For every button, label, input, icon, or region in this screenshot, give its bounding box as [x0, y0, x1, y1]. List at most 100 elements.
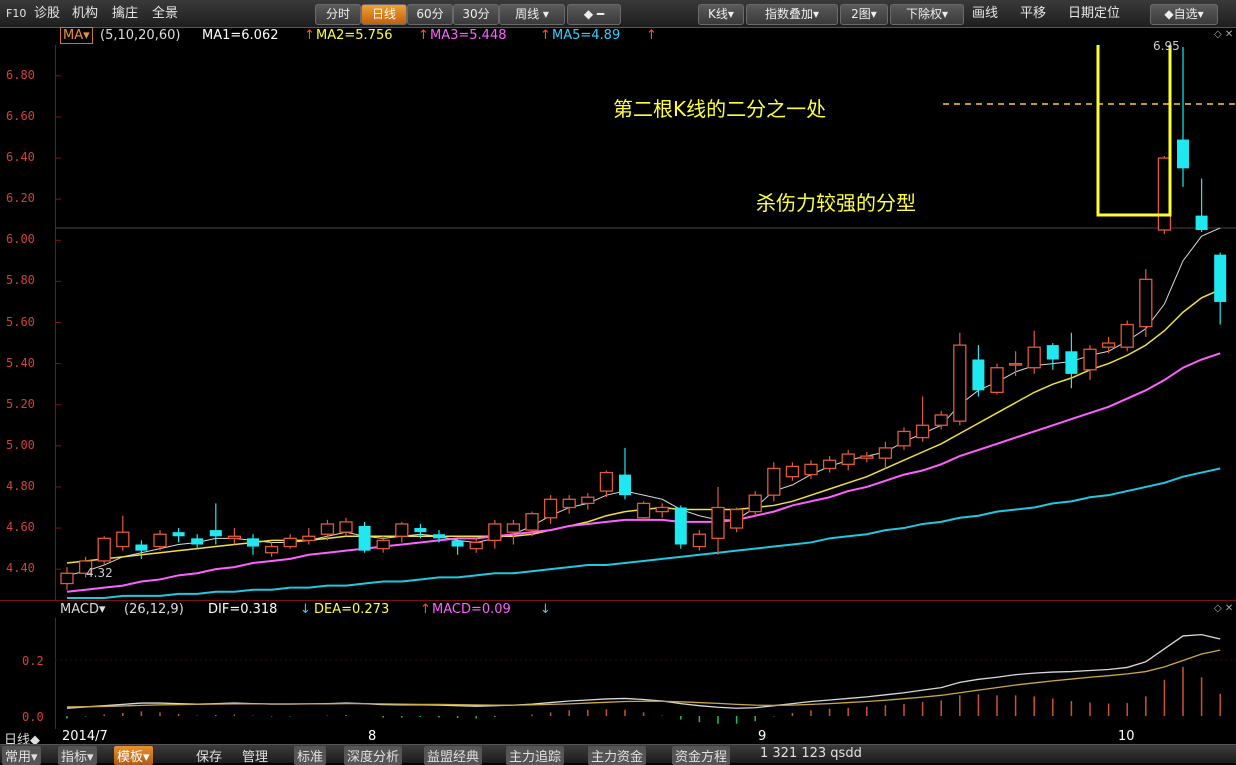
candlestick[interactable]: [674, 505, 687, 549]
candle-body: [1083, 348, 1097, 371]
macd-arrow: ↓: [540, 602, 551, 617]
date-start: 2014/7: [62, 729, 108, 744]
price-tick: 4.60: [6, 520, 35, 535]
ma3-value: MA3=5.448: [430, 28, 507, 43]
ma1-value: MA1=6.062: [202, 28, 279, 43]
tab-save[interactable]: 保存: [196, 746, 222, 765]
candle-body: [990, 367, 1004, 394]
macd-axis: 0.2 0.0: [0, 618, 55, 729]
candle-body: [934, 414, 948, 426]
candlestick[interactable]: [748, 491, 762, 516]
navigation-arrows[interactable]: ◆ ━: [567, 4, 621, 25]
period-tab-timeshare[interactable]: 分时: [315, 4, 361, 25]
tab-standard[interactable]: 标准: [294, 746, 327, 765]
candlestick[interactable]: [1139, 269, 1153, 337]
candle-body: [972, 359, 985, 391]
period-tab-weekly[interactable]: 周线 ▾: [499, 4, 565, 25]
candle-body: [320, 523, 335, 535]
ma-params: (5,10,20,60): [100, 28, 181, 43]
tab-depth-analysis[interactable]: 深度分析: [344, 746, 403, 765]
candle-body: [562, 498, 576, 509]
candlestick[interactable]: [729, 507, 744, 533]
dea-arrow: ↑: [420, 602, 431, 617]
price-tick: 6.20: [6, 191, 35, 206]
candle-body: [655, 506, 669, 513]
candlestick[interactable]: [358, 521, 371, 553]
diagnose-button[interactable]: 诊股: [34, 4, 60, 23]
candle-body: [599, 471, 614, 492]
bottom-tab-bar: 常用▾ 指标▾ 模板▾ 保存 管理 标准 深度分析 益盟经典 主力追踪 主力资金…: [0, 744, 1236, 765]
date-locate-button[interactable]: 日期定位: [1068, 4, 1120, 23]
tab-main-force-tracking[interactable]: 主力追踪: [506, 746, 565, 765]
tab-manage[interactable]: 管理: [242, 746, 268, 765]
candle-body: [1120, 323, 1134, 348]
candle-body: [60, 572, 74, 585]
ma1-arrow: ↑: [304, 28, 315, 43]
candle-body: [636, 502, 651, 519]
candle-body: [729, 508, 744, 529]
candlestick[interactable]: [953, 332, 967, 426]
zhuang-button[interactable]: 擒庄: [112, 4, 138, 23]
candle-body: [692, 533, 707, 548]
index-overlay-dropdown[interactable]: 指数叠加▾: [746, 4, 838, 25]
close-icon[interactable]: ◇ ✕: [1214, 603, 1233, 614]
macd-indicator-bar: MACD▾ (26,12,9) DIF=0.318 ↓ DEA=0.273 ↑ …: [0, 600, 1236, 619]
candle-body: [469, 541, 483, 550]
candle-body: [1214, 254, 1227, 302]
candle-body: [358, 526, 371, 551]
candlestick[interactable]: [767, 462, 781, 502]
tab-fund-equation[interactable]: 资金方程: [672, 746, 731, 765]
candlestick[interactable]: [990, 363, 1004, 395]
ma3-arrow: ↑: [540, 28, 551, 43]
candle-body: [191, 538, 204, 545]
macd-chart[interactable]: [55, 618, 1236, 729]
panorama-button[interactable]: 全景: [152, 4, 178, 23]
candlestick[interactable]: [1120, 320, 1134, 352]
tab-main-force-funds[interactable]: 主力资金: [588, 746, 647, 765]
tab-common[interactable]: 常用▾: [2, 746, 41, 765]
price-tick: 6.80: [6, 67, 35, 82]
ex-rights-dropdown[interactable]: 下除权▾: [890, 4, 964, 25]
price-tick: 5.20: [6, 396, 35, 411]
candle-body: [283, 537, 297, 548]
tab-code-input[interactable]: 1 321 123 qsdd: [760, 746, 862, 761]
period-tab-30min[interactable]: 30分: [453, 4, 499, 25]
price-tick: 5.00: [6, 437, 35, 452]
candle-body: [619, 474, 631, 496]
date-mark-aug: 8: [368, 729, 377, 744]
price-tick: 4.80: [6, 478, 35, 493]
tab-indicator[interactable]: 指标▾: [58, 746, 97, 765]
candle-body: [135, 544, 148, 551]
macd-selector[interactable]: MACD▾: [60, 602, 106, 617]
price-tick: 4.40: [6, 561, 35, 576]
period-tab-60min[interactable]: 60分: [407, 4, 453, 25]
close-icon[interactable]: ◇ ✕: [1214, 29, 1233, 40]
candle-body: [581, 496, 595, 505]
candle-body: [209, 530, 222, 537]
f10-button[interactable]: F10: [6, 4, 26, 23]
low-price-label: 4.32: [86, 566, 113, 580]
chart-count-dropdown[interactable]: 2图▾: [840, 4, 888, 25]
draw-line-button[interactable]: 画线: [972, 4, 998, 23]
candle-body: [543, 498, 558, 519]
price-chart[interactable]: [55, 45, 1236, 600]
top-toolbar: F10 诊股 机构 擒庄 全景 分时 日线 60分 30分 周线 ▾ ◆ ━ K…: [0, 0, 1236, 28]
candle-body: [264, 545, 279, 554]
kline-type-dropdown[interactable]: K线▾: [698, 4, 744, 25]
candle-body: [1008, 362, 1023, 366]
candle-body: [153, 533, 167, 548]
period-tab-daily[interactable]: 日线: [361, 4, 407, 25]
candle-body: [227, 535, 242, 539]
tab-emoney-classic[interactable]: 益盟经典: [424, 746, 483, 765]
candle-body: [525, 513, 539, 531]
candlestick[interactable]: [636, 501, 651, 520]
institution-button[interactable]: 机构: [72, 4, 98, 23]
ma-selector[interactable]: MA▾: [60, 27, 93, 44]
price-tick: 5.40: [6, 355, 35, 370]
pan-button[interactable]: 平移: [1020, 4, 1046, 23]
tab-template[interactable]: 模板▾: [114, 746, 153, 765]
watchlist-dropdown[interactable]: ◆自选▾: [1150, 4, 1218, 25]
candle-body: [1046, 345, 1059, 360]
candlestick[interactable]: [97, 536, 111, 566]
candle-body: [674, 507, 687, 545]
